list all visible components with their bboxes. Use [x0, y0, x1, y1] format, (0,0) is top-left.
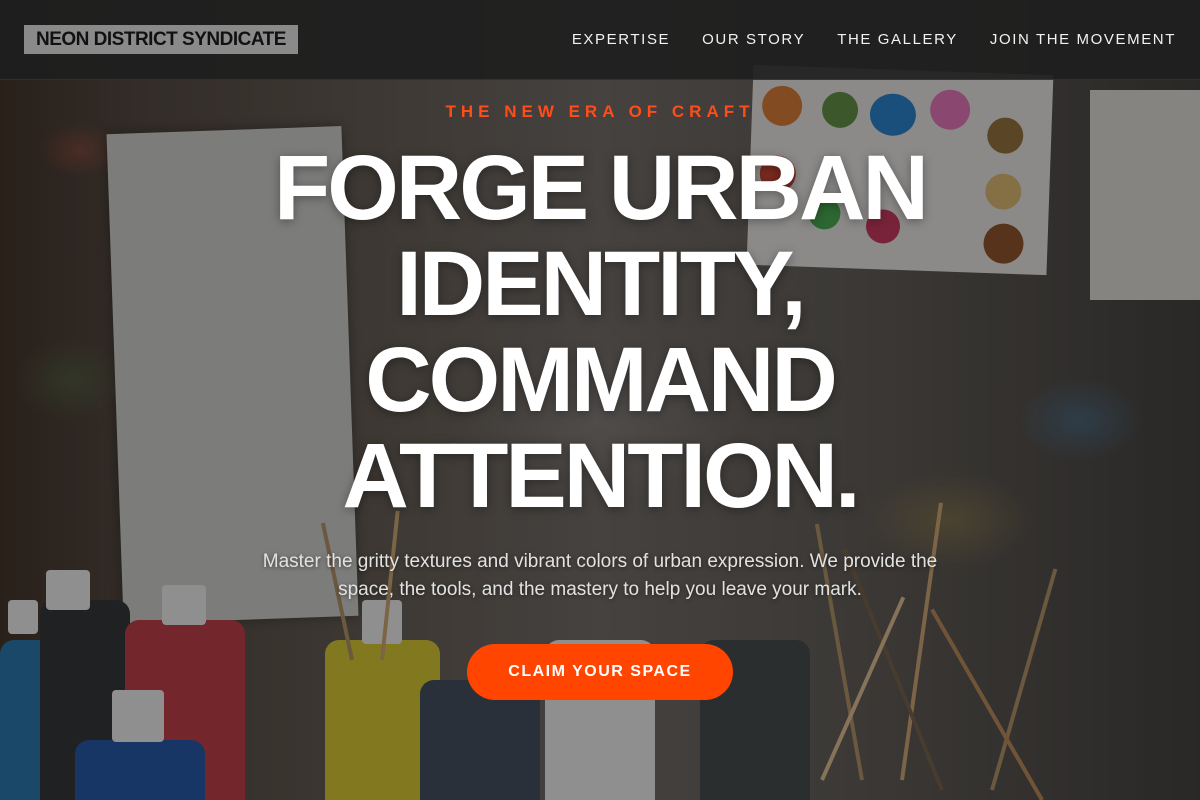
hero-section: THE NEW ERA OF CRAFT FORGE URBAN IDENTIT…: [0, 80, 1200, 800]
claim-your-space-button[interactable]: CLAIM YOUR SPACE: [467, 644, 733, 700]
main-nav: EXPERTISE OUR STORY THE GALLERY JOIN THE…: [572, 31, 1176, 48]
hero-eyebrow: THE NEW ERA OF CRAFT: [445, 102, 755, 121]
hero-headline: FORGE URBAN IDENTITY, COMMAND ATTENTION.: [274, 137, 929, 527]
site-header: NEON DISTRICT SYNDICATE EXPERTISE OUR ST…: [0, 0, 1200, 80]
nav-item-the-gallery[interactable]: THE GALLERY: [837, 31, 958, 48]
nav-item-our-story[interactable]: OUR STORY: [702, 31, 805, 48]
hero-subtext: Master the gritty textures and vibrant c…: [262, 551, 938, 600]
nav-item-expertise[interactable]: EXPERTISE: [572, 31, 670, 48]
brand-logo[interactable]: NEON DISTRICT SYNDICATE: [24, 25, 298, 54]
nav-item-join-the-movement[interactable]: JOIN THE MOVEMENT: [990, 31, 1176, 48]
